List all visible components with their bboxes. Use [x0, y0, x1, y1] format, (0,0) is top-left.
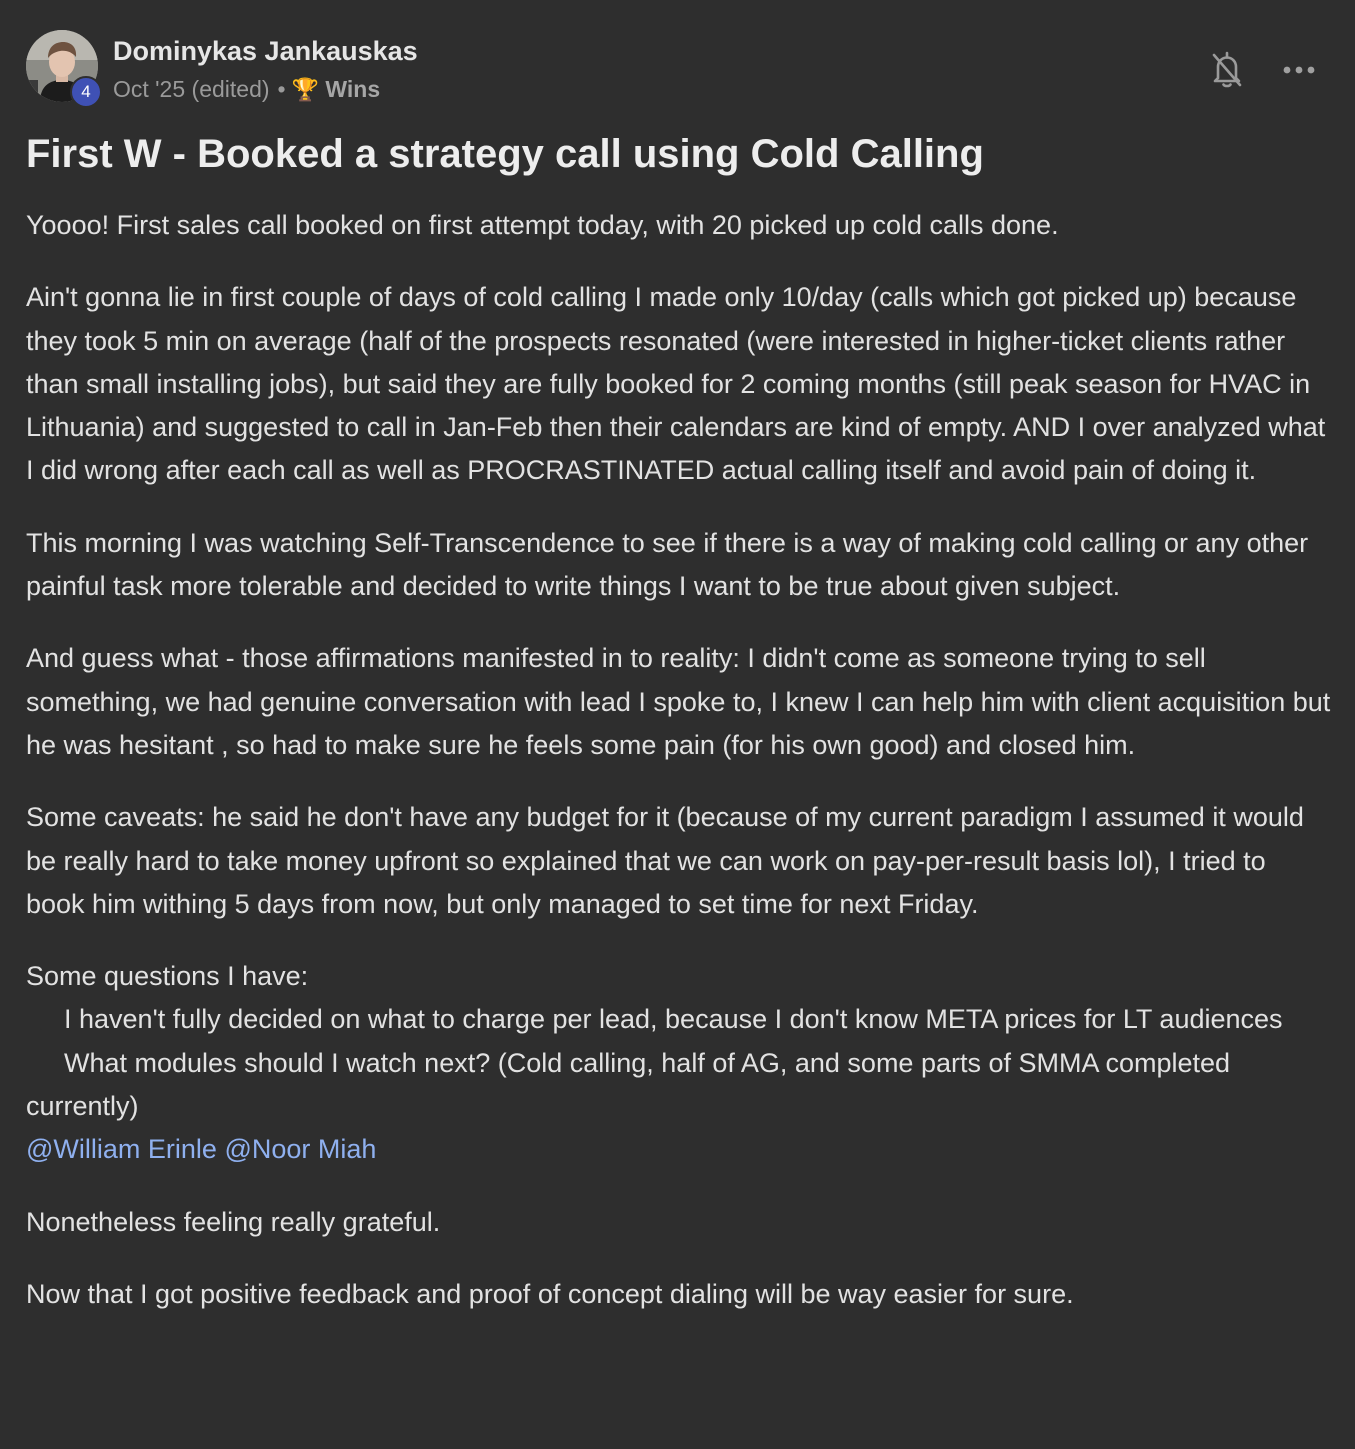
questions-list: •I haven't fully decided on what to char… [26, 998, 1331, 1128]
list-item: •I haven't fully decided on what to char… [26, 998, 1331, 1041]
list-item: •What modules should I watch next? (Cold… [26, 1042, 1331, 1129]
body-paragraph: Some caveats: he said he don't have any … [26, 802, 1304, 919]
meta-separator: • [277, 76, 286, 102]
body-paragraph: Now that I got positive feedback and pro… [26, 1278, 1074, 1309]
body-paragraph: Ain't gonna lie in first couple of days … [26, 282, 1326, 486]
bell-off-icon[interactable] [1209, 50, 1245, 90]
question-text: What modules should I watch next? (Cold … [26, 1047, 1231, 1122]
mention-link[interactable]: @Noor Miah [224, 1134, 376, 1164]
post-header: 4 Dominykas Jankauskas Oct '25 (edited) •… [26, 28, 1331, 108]
questions-intro: Some questions I have: [26, 961, 309, 992]
question-text: I haven't fully decided on what to charg… [64, 1004, 1283, 1035]
post-category[interactable]: Wins [325, 76, 380, 102]
post-meta: Oct '25 (edited) • 🏆 Wins [113, 76, 380, 103]
mention-link[interactable]: @William Erinle [26, 1134, 217, 1164]
level-badge: 4 [70, 76, 102, 108]
body-paragraph: This morning I was watching Self-Transce… [26, 527, 1309, 602]
body-paragraph: And guess what - those affirmations mani… [26, 643, 1331, 760]
post-body: Yoooo! First sales call booked on first … [26, 204, 1331, 1345]
body-paragraph: Yoooo! First sales call booked on first … [26, 210, 1059, 240]
questions-block: Some questions I have: •I haven't fully … [26, 955, 1331, 1171]
post-card: 4 Dominykas Jankauskas Oct '25 (edited) •… [26, 28, 1331, 1309]
post-date[interactable]: Oct '25 (edited) [113, 76, 270, 102]
trophy-icon: 🏆 [291, 77, 319, 102]
author-name[interactable]: Dominykas Jankauskas [113, 36, 418, 67]
mentions-line: @William Erinle @Noor Miah [26, 1128, 1331, 1171]
more-options-icon[interactable] [1281, 56, 1317, 84]
post-title: First W - Booked a strategy call using C… [26, 132, 984, 176]
body-paragraph: Nonetheless feeling really grateful. [26, 1206, 441, 1237]
